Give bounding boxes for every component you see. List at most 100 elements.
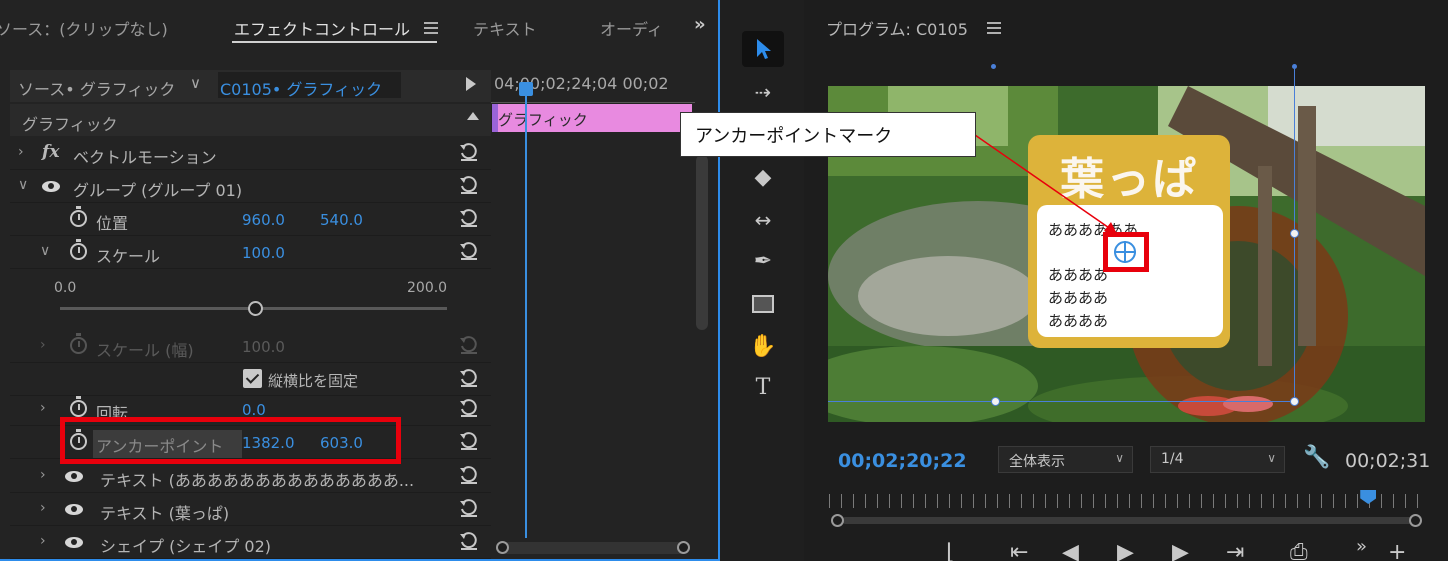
tab-audio[interactable]: オーディ: [600, 16, 660, 40]
uniform-scale-checkbox[interactable]: [243, 369, 262, 388]
resolution-value: 1/4: [1161, 451, 1184, 467]
property-row-position[interactable]: 位置 960.0 540.0: [10, 203, 491, 236]
transform-handle[interactable]: [991, 397, 1000, 406]
add-button-icon[interactable]: +: [1388, 540, 1406, 561]
chevron-right-icon[interactable]: ›: [40, 467, 46, 483]
panel-menu-icon[interactable]: [424, 22, 438, 34]
property-row-vector-motion[interactable]: › fx ベクトルモーション: [10, 137, 491, 170]
selection-tool[interactable]: [742, 31, 784, 67]
stopwatch-icon[interactable]: [70, 239, 87, 260]
mini-timeline[interactable]: [491, 70, 695, 540]
rectangle-tool[interactable]: [742, 287, 784, 323]
annotation-callout: アンカーポイントマーク: [680, 112, 976, 157]
tab-text[interactable]: テキスト: [473, 16, 537, 40]
mark-in-icon[interactable]: ⌊: [946, 540, 955, 561]
chevron-down-icon[interactable]: ∨: [18, 177, 28, 193]
chevron-right-icon[interactable]: ›: [40, 533, 46, 549]
scale-slider-handle[interactable]: [248, 301, 263, 316]
scale-value[interactable]: 100.0: [242, 244, 285, 262]
razor-tool[interactable]: ◆: [742, 160, 784, 196]
export-frame-icon[interactable]: ⎙: [1290, 540, 1308, 561]
hand-tool[interactable]: ✋: [742, 329, 784, 365]
chevron-down-icon[interactable]: ∨: [40, 243, 50, 259]
property-label: グループ (グループ 01): [73, 181, 243, 200]
reset-icon[interactable]: [458, 430, 480, 452]
layer-row-shape[interactable]: › シェイプ (シェイプ 02): [10, 526, 491, 559]
zoom-dropdown[interactable]: 全体表示 ∨: [998, 446, 1133, 473]
transform-handle[interactable]: [1290, 397, 1299, 406]
slip-tool[interactable]: ↔: [742, 202, 784, 238]
play-icon[interactable]: ▶: [1117, 540, 1134, 561]
chevron-right-icon[interactable]: ›: [40, 500, 46, 516]
current-timecode[interactable]: 00;02;20;22: [838, 450, 967, 472]
step-back-icon[interactable]: ◀: [1062, 540, 1079, 561]
chevron-right-icon[interactable]: ›: [40, 337, 46, 353]
time-ruler[interactable]: [829, 494, 1424, 508]
track-select-tool[interactable]: ⇢: [742, 74, 784, 110]
reset-icon[interactable]: [458, 464, 480, 486]
property-label: スケール: [96, 247, 161, 266]
more-controls-icon[interactable]: »: [1356, 536, 1367, 557]
reset-icon[interactable]: [458, 497, 480, 519]
chevron-right-icon[interactable]: ›: [40, 400, 46, 416]
layer-row-text-2[interactable]: › テキスト (葉っぱ): [10, 493, 491, 526]
reset-icon[interactable]: [458, 174, 480, 196]
arrow-cursor-icon: [757, 39, 771, 59]
reset-icon[interactable]: [458, 240, 480, 262]
transform-handle[interactable]: [1290, 229, 1299, 238]
stopwatch-icon[interactable]: [70, 396, 87, 417]
stopwatch-icon: [70, 333, 87, 354]
go-to-out-icon[interactable]: ⇥: [1226, 540, 1244, 561]
go-to-in-icon[interactable]: ⇤: [1010, 540, 1028, 561]
zoom-scrollbar[interactable]: [842, 517, 1414, 524]
playhead-handle[interactable]: [519, 82, 533, 96]
resolution-dropdown[interactable]: 1/4 ∨: [1150, 446, 1285, 473]
horizontal-scrollbar[interactable]: [500, 542, 690, 554]
transform-handle[interactable]: [1292, 64, 1297, 69]
reset-icon[interactable]: [458, 141, 480, 163]
reset-icon[interactable]: [458, 367, 480, 389]
panel-menu-icon[interactable]: [987, 22, 1001, 34]
step-forward-icon[interactable]: ▶: [1172, 540, 1189, 561]
zoom-start-handle[interactable]: [831, 514, 844, 527]
chevron-down-icon: ∨: [1267, 451, 1276, 465]
anchor-point-icon[interactable]: [1114, 241, 1136, 263]
pen-tool[interactable]: ✒: [742, 244, 784, 280]
property-row-group[interactable]: ∨ グループ (グループ 01): [10, 170, 491, 203]
type-tool[interactable]: T: [742, 370, 784, 406]
chevron-right-icon[interactable]: ›: [18, 144, 24, 160]
property-row-scale-width[interactable]: › スケール (幅) 100.0: [10, 330, 491, 363]
more-tabs-icon[interactable]: »: [694, 14, 706, 35]
tab-source[interactable]: ソース：(クリップなし): [0, 16, 168, 40]
chevron-down-icon[interactable]: ∨: [190, 74, 201, 92]
scroll-start-handle[interactable]: [496, 541, 509, 554]
property-label: 位置: [96, 214, 129, 233]
zoom-end-handle[interactable]: [1409, 514, 1422, 527]
tab-effect-controls[interactable]: エフェクトコントロール: [234, 16, 410, 40]
transform-handle[interactable]: [991, 64, 996, 69]
property-row-scale[interactable]: ∨ スケール 100.0: [10, 236, 491, 269]
uniform-scale-label: 縦横比を固定: [268, 372, 359, 390]
section-header[interactable]: グラフィック: [10, 104, 491, 136]
scroll-end-handle[interactable]: [677, 541, 690, 554]
visibility-eye-icon[interactable]: [65, 537, 83, 548]
clip-selector[interactable]: C0105• グラフィック: [218, 72, 401, 99]
wrench-icon[interactable]: 🔧: [1303, 445, 1330, 470]
fx-icon[interactable]: fx: [42, 142, 59, 162]
reset-icon[interactable]: [458, 530, 480, 552]
visibility-eye-icon[interactable]: [42, 181, 60, 192]
timeline-ruler[interactable]: [491, 96, 695, 103]
reset-icon[interactable]: [458, 397, 480, 419]
stopwatch-icon[interactable]: [70, 206, 87, 227]
vertical-scrollbar[interactable]: [696, 155, 708, 330]
collapse-up-icon[interactable]: [467, 112, 479, 120]
position-y-value[interactable]: 540.0: [320, 211, 363, 229]
position-x-value[interactable]: 960.0: [242, 211, 285, 229]
play-icon[interactable]: [466, 77, 476, 91]
visibility-eye-icon[interactable]: [65, 504, 83, 515]
reset-icon[interactable]: [458, 207, 480, 229]
layer-row-text-1[interactable]: › テキスト (ああああああああああああああ...: [10, 460, 491, 493]
active-tab-underline: [232, 41, 437, 43]
visibility-eye-icon[interactable]: [65, 471, 83, 482]
timeline-playhead[interactable]: [525, 88, 527, 538]
